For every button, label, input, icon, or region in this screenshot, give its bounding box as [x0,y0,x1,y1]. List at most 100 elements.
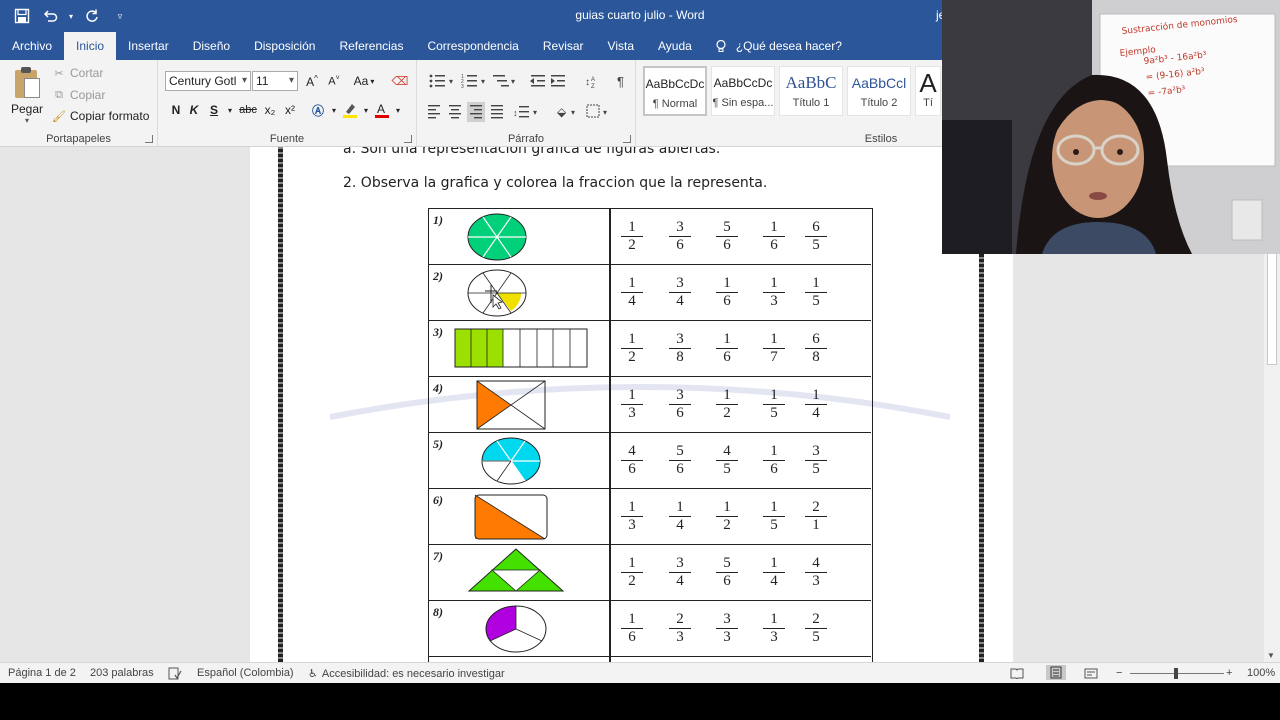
zoom-in-button[interactable]: + [1226,667,1232,679]
style-title[interactable]: A Tí [915,66,941,116]
fraction[interactable]: 35 [805,443,827,478]
style-normal[interactable]: AaBbCcDc ¶ Normal [643,66,707,116]
fraction[interactable]: 56 [716,219,738,254]
strikethrough-button[interactable]: abc [236,100,260,120]
tell-me-text: ¿Qué desea hacer? [735,39,842,53]
style-heading-1[interactable]: AaBbC Título 1 [779,66,843,116]
tab-inicio[interactable]: Inicio [64,32,117,60]
svg-text:3: 3 [461,84,464,90]
fraction[interactable]: 16 [716,331,738,366]
fraction[interactable]: 16 [716,275,738,310]
page-count[interactable]: Página 1 de 2 [8,667,76,679]
fraction[interactable]: 68 [805,331,827,366]
cut-button[interactable]: ✂ Cortar [52,66,103,80]
fraction[interactable]: 14 [621,275,643,310]
format-painter-button[interactable]: 🖌 Copiar formato [52,109,149,123]
tab-diseno[interactable]: Diseño [181,32,242,60]
zoom-slider-thumb[interactable] [1174,668,1178,679]
fraction[interactable]: 23 [669,611,691,646]
figure-circle-sixths-cyan [481,437,541,485]
fraction[interactable]: 15 [763,499,785,534]
clipboard-launcher-icon[interactable] [145,135,153,143]
copy-button[interactable]: ⧉ Copiar [52,88,105,102]
subscript-button[interactable]: x₂ [260,100,280,120]
language-status[interactable]: Español (Colombia) [197,667,294,679]
fraction[interactable]: 12 [621,219,643,254]
fraction[interactable]: 21 [805,499,827,534]
fraction[interactable]: 12 [716,387,738,422]
tab-archivo[interactable]: Archivo [0,32,64,60]
fraction[interactable]: 13 [763,611,785,646]
word-count[interactable]: 203 palabras [90,667,154,679]
paste-button[interactable]: Pegar ▾ [8,66,46,125]
paragraph-row1-icons: ▾ 123 ▾ ▾ ↕ AZ ¶ [429,74,624,90]
fraction[interactable]: 25 [805,611,827,646]
worksheet-row: 2) 14 34 16 13 15 [429,265,871,321]
fraction[interactable]: 13 [621,387,643,422]
style-no-spacing[interactable]: AaBbCcDc ¶ Sin espa... [711,66,775,116]
fraction[interactable]: 43 [805,555,827,590]
tab-revisar[interactable]: Revisar [531,32,596,60]
change-case-label: Aa [353,74,369,88]
paragraph-launcher-icon[interactable] [623,135,631,143]
fraction[interactable]: 12 [716,499,738,534]
font-size-box[interactable]: 11 ▾ [252,71,298,91]
fraction[interactable]: 38 [669,331,691,366]
fraction[interactable]: 16 [621,611,643,646]
fraction[interactable]: 17 [763,331,785,366]
fraction[interactable]: 46 [621,443,643,478]
tab-vista[interactable]: Vista [596,32,646,60]
zoom-out-button[interactable]: − [1116,667,1122,679]
group-clipboard: Pegar ▾ ✂ Cortar ⧉ Copiar 🖌 Copiar formato … [0,60,158,147]
superscript-button[interactable]: x² [280,100,300,120]
fraction[interactable]: 65 [805,219,827,254]
print-layout-icon[interactable] [1046,665,1066,680]
fraction[interactable]: 45 [716,443,738,478]
style-heading-2[interactable]: AaBbCcl Título 2 [847,66,911,116]
tab-referencias[interactable]: Referencias [327,32,415,60]
tab-correspondencia[interactable]: Correspondencia [415,32,530,60]
fraction[interactable]: 15 [805,275,827,310]
fraction[interactable]: 36 [669,219,691,254]
fraction[interactable]: 56 [716,555,738,590]
bold-button[interactable]: N [166,100,186,120]
fraction[interactable]: 14 [669,499,691,534]
font-name-box[interactable]: Century Gotl ▾ [165,71,251,91]
fraction[interactable]: 13 [621,499,643,534]
proofing-icon[interactable] [168,667,182,680]
italic-button[interactable]: K [184,100,204,120]
fraction[interactable]: 34 [669,555,691,590]
font-color-dropdown-icon[interactable]: ▾ [388,100,408,120]
tab-disposicion[interactable]: Disposición [242,32,327,60]
fraction[interactable]: 12 [621,331,643,366]
chevron-down-icon: ▾ [241,75,247,86]
style-preview: AaBbCcDc [713,76,773,90]
scroll-down-icon[interactable]: ▼ [1267,651,1275,660]
web-layout-icon[interactable] [1084,667,1098,680]
clear-formatting-button[interactable]: ⌫ [390,71,410,91]
shrink-font-button[interactable]: A˅ [324,71,344,91]
tab-insertar[interactable]: Insertar [116,32,181,60]
fraction[interactable]: 16 [763,219,785,254]
zoom-level[interactable]: 100% [1247,667,1275,679]
accessibility-status[interactable]: ♿ Accesibilidad: es necesario investigar [308,667,505,681]
fraction[interactable]: 33 [716,611,738,646]
fraction[interactable]: 13 [763,275,785,310]
fraction[interactable]: 14 [763,555,785,590]
worksheet-row: 7) 12 34 56 14 43 [429,545,871,601]
change-case-button[interactable]: Aa ▾ [350,71,378,91]
fraction[interactable]: 56 [669,443,691,478]
figure-rectangle-halves [474,494,548,540]
fraction[interactable]: 12 [621,555,643,590]
fraction[interactable]: 36 [669,387,691,422]
grow-font-button[interactable]: A^ [302,71,322,91]
fraction[interactable]: 15 [763,387,785,422]
tab-ayuda[interactable]: Ayuda [646,32,704,60]
tell-me-box[interactable]: ¿Qué desea hacer? [704,32,842,60]
fraction[interactable]: 34 [669,275,691,310]
paste-dropdown-icon[interactable]: ▾ [8,116,46,125]
fraction[interactable]: 16 [763,443,785,478]
read-mode-icon[interactable] [1010,667,1024,679]
font-launcher-icon[interactable] [404,135,412,143]
fraction[interactable]: 14 [805,387,827,422]
